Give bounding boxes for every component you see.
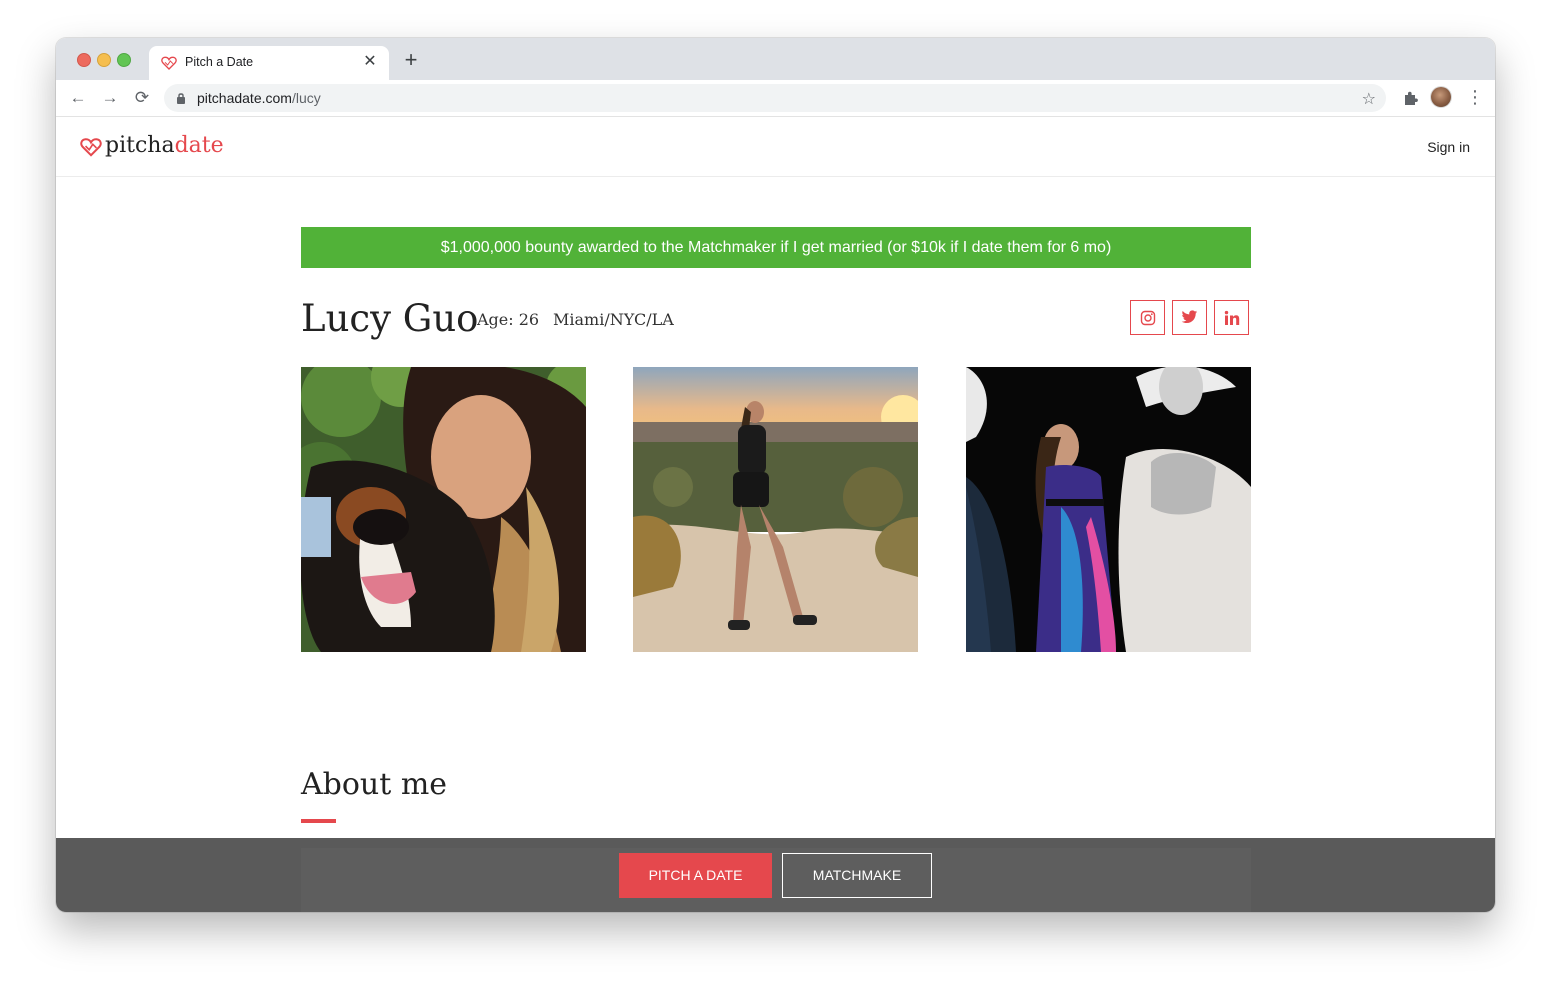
profile-name: Lucy Guo <box>301 297 479 340</box>
minimize-window-button[interactable] <box>97 53 111 67</box>
url-text: pitchadate.com/lucy <box>197 90 321 106</box>
bounty-banner: $1,000,000 bounty awarded to the Matchma… <box>301 227 1251 268</box>
photo-party <box>966 367 1251 652</box>
about-heading: About me <box>301 767 448 802</box>
profile-age: Age: 26 <box>477 310 540 329</box>
browser-tab[interactable]: Pitch a Date ✕ <box>149 46 389 80</box>
logo-accent: date <box>174 133 224 158</box>
menu-kebab-icon[interactable]: ⋮ <box>1466 88 1484 108</box>
url-host: pitchadate.com <box>197 90 292 106</box>
sign-in-link[interactable]: Sign in <box>1427 139 1470 155</box>
logo-main: pitcha <box>105 133 175 158</box>
heart-logo-icon <box>80 138 102 157</box>
browser-window: Pitch a Date ✕ + ← → ⟳ pitchadate.com/lu… <box>56 38 1495 912</box>
matchmake-button[interactable]: MATCHMAKE <box>782 853 932 898</box>
profile-photo-1[interactable] <box>301 367 586 652</box>
tab-close-icon[interactable]: ✕ <box>361 53 379 71</box>
photo-selfie-with-dog <box>301 367 586 652</box>
instagram-icon <box>1140 310 1155 325</box>
tab-title: Pitch a Date <box>185 55 254 69</box>
forward-arrow-icon[interactable]: → <box>100 88 120 108</box>
pitch-a-date-button[interactable]: PITCH A DATE <box>619 853 772 898</box>
about-underline <box>301 819 336 823</box>
lock-icon <box>177 93 185 104</box>
close-window-button[interactable] <box>77 53 91 67</box>
extensions-puzzle-icon[interactable] <box>1402 89 1420 107</box>
page-content: pitchadate Sign in $1,000,000 bounty awa… <box>56 117 1495 912</box>
maximize-window-button[interactable] <box>117 53 131 67</box>
bookmark-star-icon[interactable]: ☆ <box>1362 89 1376 109</box>
twitter-icon <box>1181 310 1198 324</box>
profile-avatar[interactable] <box>1431 87 1451 107</box>
reload-icon[interactable]: ⟳ <box>132 88 152 108</box>
back-arrow-icon[interactable]: ← <box>68 88 88 108</box>
heart-favicon-icon <box>161 56 177 70</box>
linkedin-icon <box>1224 310 1239 325</box>
twitter-button[interactable] <box>1172 300 1207 335</box>
tab-strip: Pitch a Date ✕ + <box>56 38 1495 80</box>
profile-photo-3[interactable] <box>966 367 1251 652</box>
profile-photo-2[interactable] <box>633 367 918 652</box>
profile-location: Miami/NYC/LA <box>553 310 674 329</box>
site-header: pitchadate Sign in <box>56 117 1495 177</box>
logo-text: pitchadate <box>105 133 224 158</box>
linkedin-button[interactable] <box>1214 300 1249 335</box>
new-tab-icon[interactable]: + <box>401 49 421 71</box>
photo-hiking-sunset <box>633 367 918 652</box>
browser-toolbar: ← → ⟳ pitchadate.com/lucy ☆ ⋮ <box>56 80 1495 117</box>
url-path: /lucy <box>291 90 321 106</box>
address-bar[interactable]: pitchadate.com/lucy ☆ <box>164 84 1386 112</box>
instagram-button[interactable] <box>1130 300 1165 335</box>
action-bar-inner <box>301 848 1251 912</box>
action-bar: PITCH A DATE MATCHMAKE <box>56 838 1495 912</box>
